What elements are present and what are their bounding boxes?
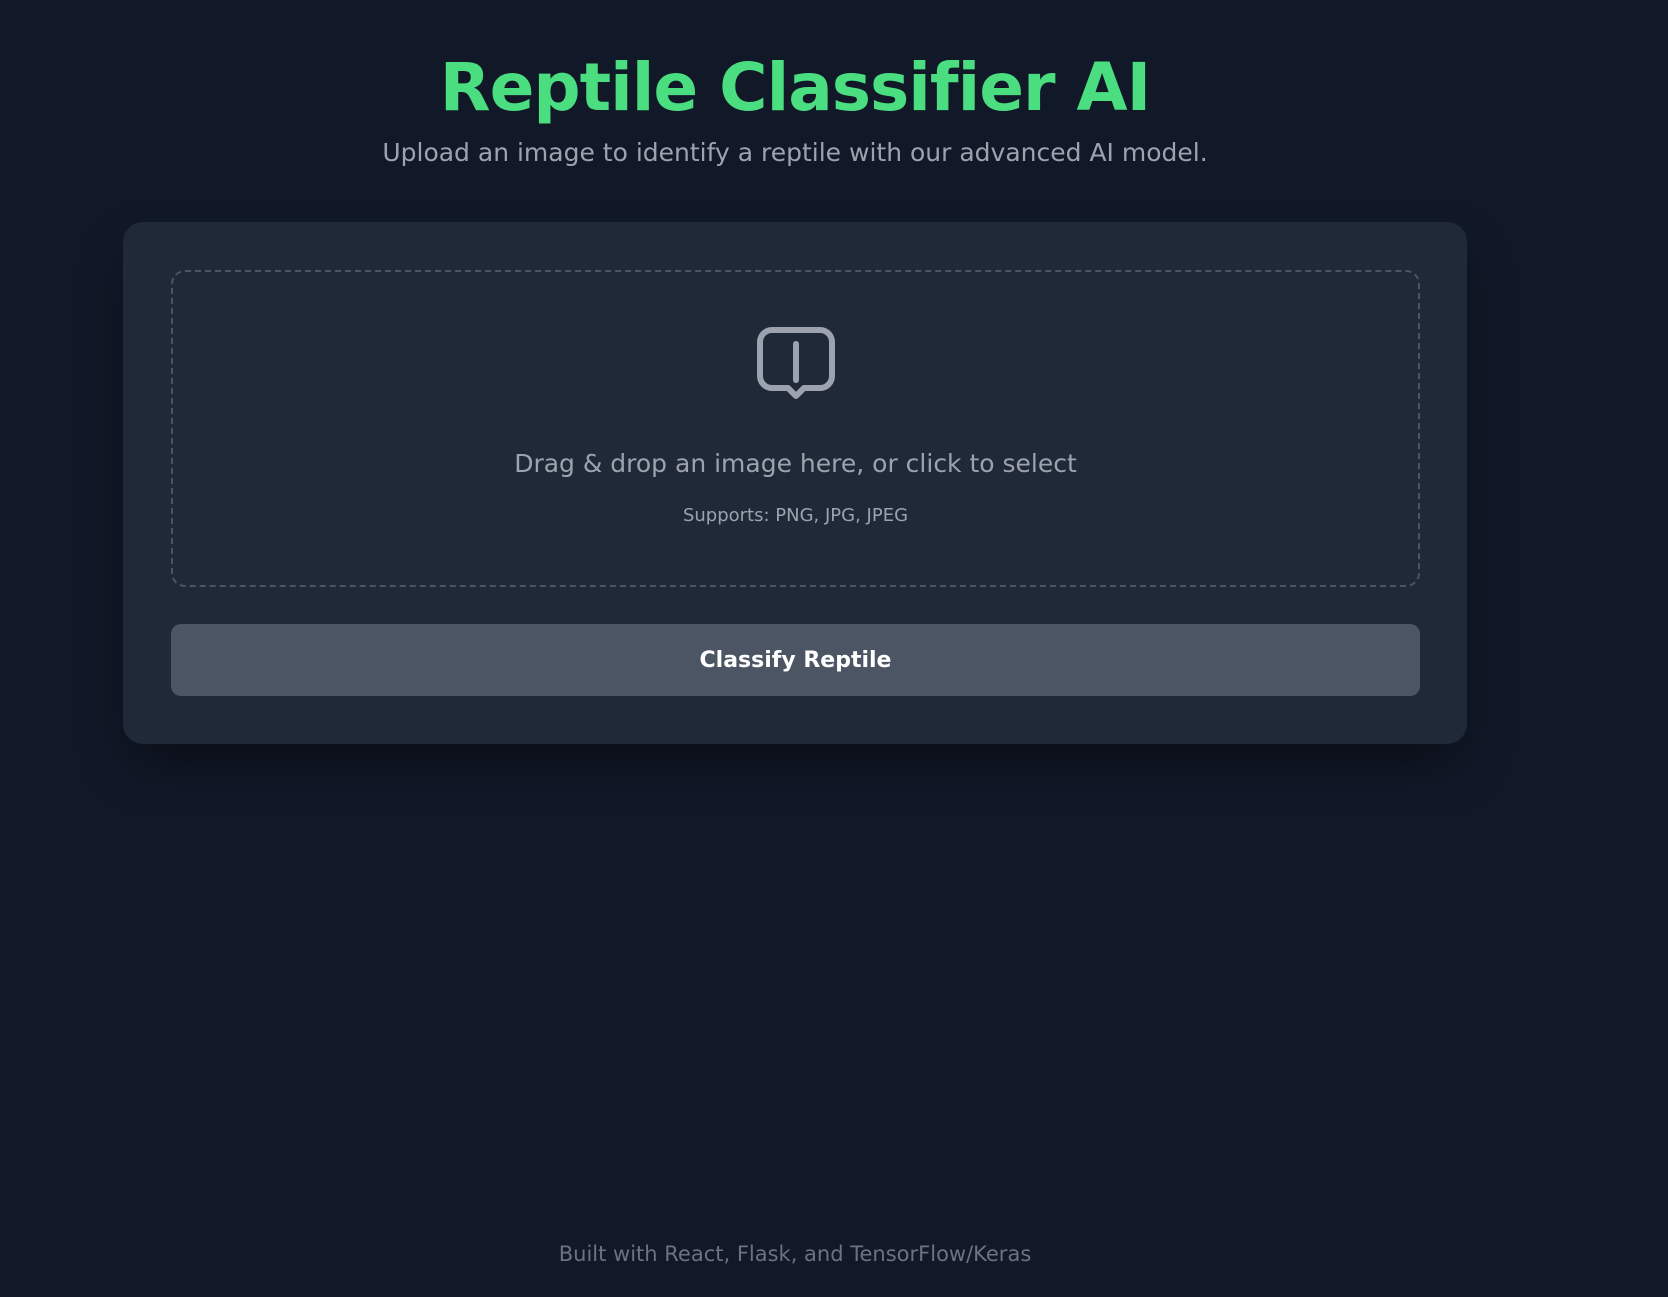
page-header: Reptile Classifier AI Upload an image to… xyxy=(0,40,1590,170)
image-dropzone[interactable]: Drag & drop an image here, or click to s… xyxy=(171,270,1420,587)
supported-formats: Supports: PNG, JPG, JPEG xyxy=(682,505,909,526)
upload-icon xyxy=(756,327,835,399)
page-subtitle: Upload an image to identify a reptile wi… xyxy=(382,138,1208,167)
classify-button[interactable]: Classify Reptile xyxy=(171,624,1420,696)
footer-text: Built with React, Flask, and TensorFlow/… xyxy=(558,1242,1032,1266)
page-title: Reptile Classifier AI xyxy=(439,49,1151,126)
dropzone-prompt: Drag & drop an image here, or click to s… xyxy=(514,449,1077,478)
classifier-card: Drag & drop an image here, or click to s… xyxy=(123,222,1467,744)
